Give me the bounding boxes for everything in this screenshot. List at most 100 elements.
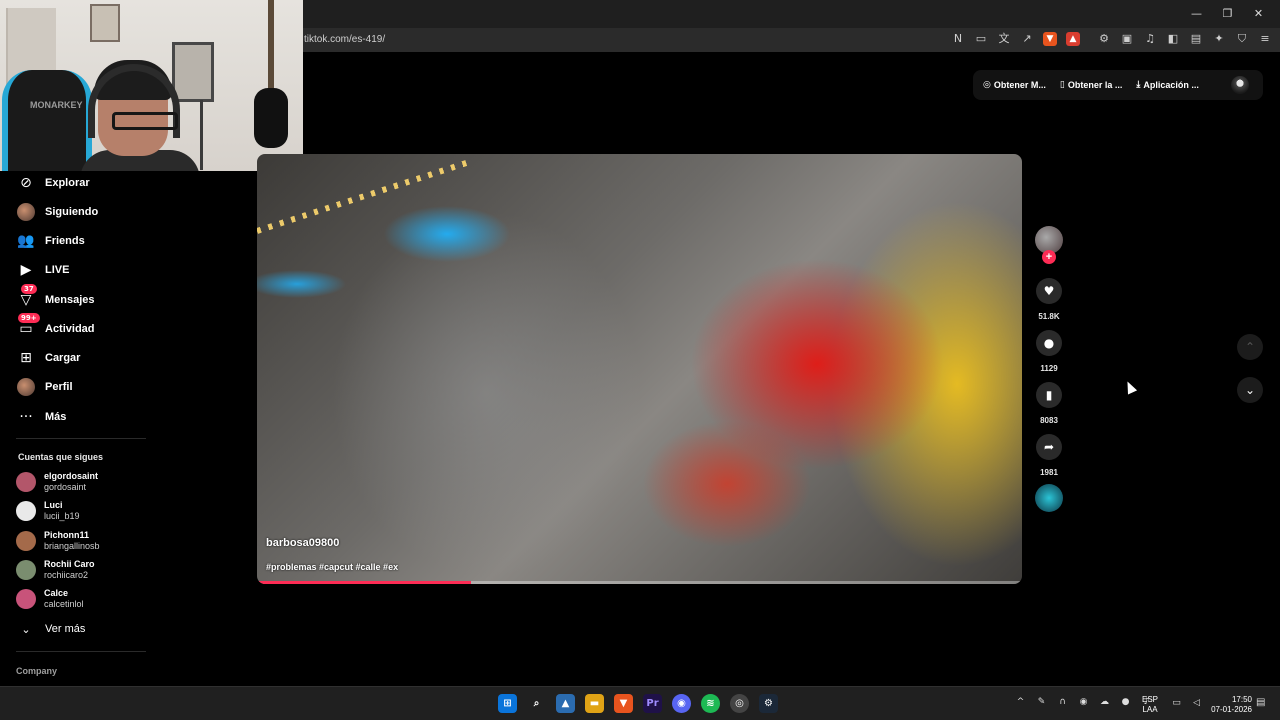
sidebar-item-cargar[interactable]: ⊞ Cargar	[16, 347, 80, 369]
search-icon[interactable]: ⌕	[527, 694, 546, 713]
steam-tray-icon[interactable]: ◉	[1077, 696, 1090, 709]
video-progress-bar[interactable]	[257, 581, 1022, 584]
account-name: Rochii Caro	[44, 559, 95, 569]
language-indicator[interactable]: ESP LAA	[1142, 695, 1158, 715]
sidebar-item-actividad[interactable]: ▭ 99+ Actividad	[16, 313, 95, 340]
restore-button[interactable]: ❐	[1212, 4, 1243, 24]
translate-icon[interactable]: 文	[997, 32, 1011, 46]
get-app-label: Obtener la ...	[1067, 80, 1123, 90]
friends-icon: 👥	[17, 233, 35, 249]
minimize-button[interactable]: —	[1181, 4, 1212, 24]
bookmark-icon: ▮	[1045, 388, 1053, 402]
webcam-poster	[172, 42, 214, 102]
account-name: Pichonn11	[44, 530, 90, 540]
sidebar-item-live[interactable]: ▶ LIVE	[16, 259, 70, 281]
wallet-icon[interactable]: ▤	[1189, 32, 1203, 46]
folder-icon[interactable]: ▬	[585, 694, 604, 713]
gallery-icon[interactable]: ▲	[556, 694, 575, 713]
following-account[interactable]: Pichonn11 briangallinosb	[16, 530, 100, 552]
extensions-icon[interactable]: ⚙	[1097, 32, 1111, 46]
system-tray: ^ ✎ ∩ ◉ ☁ ● ♪	[1014, 696, 1153, 709]
toolbar-icons: N ▭ 文 ↗ ▼ ▲	[951, 32, 1080, 46]
download-icon: ⤓	[1136, 80, 1141, 90]
sidebar-item-siguiendo[interactable]: Siguiendo	[16, 201, 98, 223]
sound-disc[interactable]	[1035, 484, 1063, 512]
menu-icon[interactable]: ≡	[1258, 32, 1272, 46]
sidebar-item-label: Cargar	[45, 352, 81, 364]
time: 17:50	[1231, 695, 1252, 704]
following-account[interactable]: Rochii Caro rochiicaro2	[16, 559, 95, 581]
save-button[interactable]: ▮	[1036, 382, 1062, 408]
following-account[interactable]: Luci lucii_b19	[16, 500, 80, 522]
discord-icon[interactable]: ◉	[672, 694, 691, 713]
toolbar-icons-right: ⚙ ▣ ♫ ◧ ▤ ✦ ⛉ ≡	[1097, 32, 1272, 46]
chevron-down-icon: ⌄	[1244, 383, 1256, 397]
premiere-icon[interactable]: Pr	[643, 694, 662, 713]
get-coins-button[interactable]: ◎ Obtener M...	[983, 80, 1046, 90]
share-button[interactable]: ➦	[1036, 434, 1062, 460]
like-button[interactable]: ♥	[1036, 278, 1062, 304]
brave-icon[interactable]: ▼	[614, 694, 633, 713]
sidebar-icon[interactable]: ◧	[1166, 32, 1180, 46]
spotify-icon[interactable]: ≋	[701, 694, 720, 713]
app-icon[interactable]: ◎	[730, 694, 749, 713]
activity-badge: 99+	[18, 313, 40, 323]
vpn-icon[interactable]: ⛉	[1235, 32, 1249, 46]
sidebar-item-friends[interactable]: 👥 Friends	[16, 230, 84, 252]
tab-icon[interactable]: ▣	[1120, 32, 1134, 46]
ai-icon[interactable]: ✦	[1212, 32, 1226, 46]
sidebar-item-mensajes[interactable]: ▽ 37 Mensajes	[16, 284, 95, 311]
next-video-button[interactable]: ⌄	[1237, 377, 1263, 403]
notification-icon[interactable]: ▤	[1256, 697, 1265, 708]
profile-avatar[interactable]	[1231, 76, 1249, 94]
chevron-up-icon[interactable]: ^	[1014, 696, 1027, 709]
get-app-button[interactable]: ▯ Obtener la ...	[1060, 80, 1122, 90]
avatar	[16, 531, 36, 551]
share-icon[interactable]: ↗	[1020, 32, 1034, 46]
see-more-button[interactable]: ⌄ Ver más	[16, 618, 85, 640]
company-link[interactable]: Company	[16, 666, 57, 676]
clock[interactable]: 17:50 07-01-2026	[1206, 695, 1252, 715]
sidebar-item-label: LIVE	[45, 264, 70, 276]
sidebar-item-label: Más	[45, 411, 67, 423]
following-account[interactable]: elgordosaint gordosaint	[16, 471, 98, 493]
drive-icon[interactable]: ☁	[1098, 696, 1111, 709]
follow-plus-icon[interactable]: +	[1042, 250, 1056, 264]
video-hashtags[interactable]: #problemas #capcut #calle #ex	[266, 562, 398, 572]
divider	[16, 438, 146, 439]
sidebar-item-label: Perfil	[45, 381, 73, 393]
desktop-app-button[interactable]: ⤓ Aplicación ...	[1136, 80, 1199, 90]
desktop-app-label: Aplicación ...	[1143, 80, 1199, 90]
quick-settings[interactable]: ▭ ◁	[1170, 697, 1203, 710]
video-player[interactable]: barbosa09800 #problemas #capcut #calle #…	[257, 154, 1022, 584]
start-icon[interactable]: ⊞	[498, 694, 517, 713]
webcam-glasses	[112, 112, 178, 130]
brave-shield-icon[interactable]: ▼	[1043, 32, 1057, 46]
address-bar[interactable]: tiktok.com/es-419/	[304, 34, 385, 45]
reader-mode-icon[interactable]: N	[951, 32, 965, 46]
comment-button[interactable]: ●	[1036, 330, 1062, 356]
following-account[interactable]: Calce calcetinlol	[16, 588, 84, 610]
guitar-neck	[268, 0, 274, 95]
date: 07-01-2026	[1211, 705, 1252, 714]
previous-video-button[interactable]: ⌃	[1237, 334, 1263, 360]
sidebar-item-explorar[interactable]: ⊘ Explorar	[16, 172, 90, 194]
headset-icon[interactable]: ∩	[1056, 696, 1069, 709]
phone-icon: ▯	[1059, 80, 1065, 90]
sidebar-item-perfil[interactable]: Perfil	[16, 376, 73, 398]
language-code: ESP	[1142, 695, 1159, 704]
brave-rewards-icon[interactable]: ▲	[1066, 32, 1080, 46]
steam-icon[interactable]: ⚙	[759, 694, 778, 713]
video-username[interactable]: barbosa09800	[266, 537, 339, 549]
messages-badge: 37	[21, 284, 37, 294]
pen-icon[interactable]: ✎	[1035, 696, 1048, 709]
sidebar-item-mas[interactable]: ··· Más	[16, 406, 66, 428]
share-count: 1981	[1040, 468, 1058, 477]
heart-icon: ♥	[1043, 284, 1055, 298]
music-icon[interactable]: ♫	[1143, 32, 1157, 46]
header-actions: ◎ Obtener M... ▯ Obtener la ... ⤓ Aplica…	[973, 70, 1263, 100]
close-button[interactable]: ✕	[1243, 4, 1274, 24]
video-lights	[257, 160, 468, 234]
screenshot-icon[interactable]: ▭	[974, 32, 988, 46]
gpu-icon[interactable]: ●	[1119, 696, 1132, 709]
